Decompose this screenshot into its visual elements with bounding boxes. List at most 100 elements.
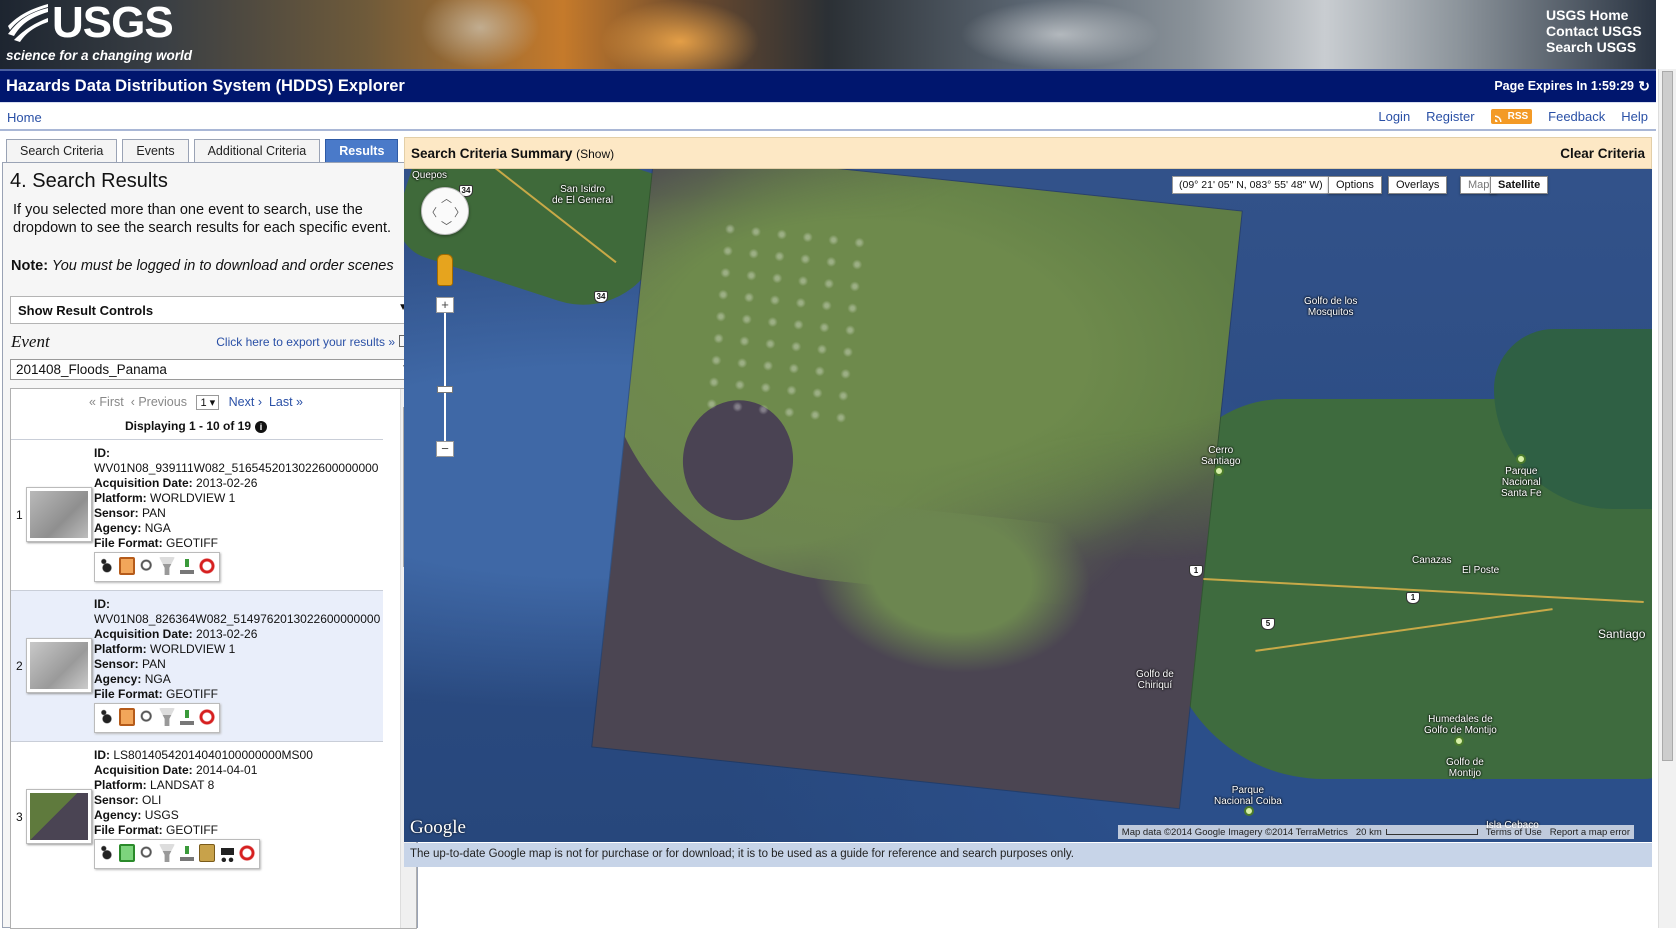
window-scroll-thumb[interactable]	[1662, 71, 1673, 761]
zoom-in-button[interactable]: +	[436, 297, 454, 313]
event-label: Event	[11, 332, 50, 351]
place-label: Santiago	[1598, 627, 1646, 641]
tab-additional-criteria[interactable]: Additional Criteria	[193, 139, 321, 163]
usgs-wave-icon	[8, 4, 48, 42]
label-format: File Format:	[94, 687, 163, 701]
map-overlays-button[interactable]: Overlays	[1388, 176, 1448, 194]
overlay-icon[interactable]	[119, 557, 135, 575]
pan-up-icon[interactable]: ︿	[441, 190, 452, 206]
zoom-slider-knob[interactable]	[437, 386, 453, 393]
cart-icon[interactable]	[219, 844, 235, 862]
google-map[interactable]: Quepos San Isidro de El General Golfo de…	[404, 169, 1652, 842]
register-link[interactable]: Register	[1426, 109, 1474, 124]
results-list: « First ‹ Previous 1 ▾ Next › Last » Dis…	[10, 388, 417, 929]
tab-results[interactable]: Results	[325, 139, 399, 163]
event-select[interactable]: 201408_Floods_Panama▼	[10, 359, 417, 380]
exclude-icon[interactable]	[199, 557, 215, 575]
pager-first[interactable]: « First	[89, 395, 124, 409]
exclude-icon[interactable]	[239, 844, 255, 862]
help-link[interactable]: Help	[1621, 109, 1648, 124]
result-format: GEOTIFF	[166, 687, 219, 701]
info-icon[interactable]: i	[255, 421, 268, 433]
download-icon[interactable]	[179, 708, 195, 726]
zoom-control[interactable]: + −	[436, 297, 454, 457]
tab-search-criteria[interactable]: Search Criteria	[6, 139, 118, 163]
result-id: LS80140542014040100000000MS00	[113, 748, 313, 762]
exclude-icon[interactable]	[199, 708, 215, 726]
label-acquisition: Acquisition Date:	[94, 627, 193, 641]
park-pin-icon[interactable]	[1214, 466, 1224, 476]
result-thumbnail[interactable]	[26, 789, 92, 844]
result-agency: NGA	[144, 672, 171, 686]
compare-icon[interactable]	[159, 708, 175, 726]
label-format: File Format:	[94, 536, 163, 550]
order-icon[interactable]	[199, 844, 215, 862]
label-agency: Agency:	[94, 808, 142, 822]
result-tools	[94, 703, 220, 733]
overlay-icon[interactable]	[119, 708, 135, 726]
download-icon[interactable]	[179, 844, 195, 862]
show-result-controls[interactable]: Show Result Controls▼	[10, 296, 417, 324]
compare-icon[interactable]	[159, 844, 175, 862]
result-number: 3	[16, 810, 23, 824]
terms-link[interactable]: Terms of Use	[1486, 827, 1542, 838]
export-results-link[interactable]: Click here to export your results »	[216, 335, 411, 349]
refresh-icon[interactable]: ↻	[1638, 78, 1650, 95]
compare-icon[interactable]	[159, 557, 175, 575]
app-title: Hazards Data Distribution System (HDDS) …	[6, 77, 405, 95]
usgs-home-link[interactable]: USGS Home	[1546, 7, 1656, 23]
download-icon[interactable]	[179, 557, 195, 575]
result-controls-label: Show Result Controls	[18, 303, 154, 318]
park-pin-icon[interactable]	[1454, 736, 1464, 746]
place-label: San Isidro de El General	[552, 184, 614, 206]
label-sensor: Sensor:	[94, 793, 139, 807]
pan-right-icon[interactable]: 〉	[454, 204, 465, 220]
metadata-icon[interactable]	[139, 844, 155, 862]
pager-last[interactable]: Last »	[269, 395, 303, 409]
coordinates-readout: (09° 21' 05" N, 083° 55' 48" W)	[1172, 176, 1330, 194]
rss-button[interactable]: RSS	[1490, 109, 1533, 124]
map-type-satellite-button[interactable]: Satellite	[1490, 176, 1549, 194]
results-heading: 4. Search Results	[10, 170, 168, 192]
place-label: Golfo de los Mosquitos	[1304, 296, 1358, 318]
park-pin-icon[interactable]	[1244, 806, 1254, 816]
pager-previous[interactable]: ‹ Previous	[131, 395, 187, 409]
clear-criteria-button[interactable]: Clear Criteria	[1560, 146, 1645, 161]
contact-usgs-link[interactable]: Contact USGS	[1546, 23, 1656, 39]
left-pane: Search Criteria Events Additional Criter…	[0, 133, 420, 929]
zoom-out-button[interactable]: −	[436, 441, 454, 457]
overlay-icon[interactable]	[119, 844, 135, 862]
usgs-logo[interactable]: USGS science for a changing world	[6, 0, 192, 64]
usgs-top-links: USGS Home Contact USGS Search USGS	[1546, 7, 1656, 55]
park-pin-icon[interactable]	[1516, 454, 1526, 464]
footprint-icon[interactable]	[99, 557, 115, 575]
pan-control[interactable]: ︿ ﹀ 〈 〉	[421, 187, 469, 235]
result-thumbnail[interactable]	[26, 638, 92, 693]
road-shield: 34	[594, 291, 608, 303]
window-scrollbar[interactable]	[1658, 69, 1676, 928]
nav-right: Login Register RSS Feedback Help	[1378, 109, 1648, 124]
search-usgs-link[interactable]: Search USGS	[1546, 39, 1656, 55]
pan-left-icon[interactable]: 〈	[426, 204, 437, 220]
place-label: El Poste	[1462, 565, 1500, 576]
login-link[interactable]: Login	[1378, 109, 1410, 124]
place-label: Golfo de Montijo	[1446, 757, 1484, 779]
footprint-icon[interactable]	[99, 708, 115, 726]
logo-word: USGS	[52, 0, 174, 47]
page-select[interactable]: 1 ▾	[196, 395, 220, 410]
result-thumbnail[interactable]	[26, 487, 92, 542]
street-view-pegman-icon[interactable]	[437, 254, 453, 286]
home-link[interactable]: Home	[7, 110, 42, 125]
zoom-rail[interactable]	[444, 313, 446, 441]
summary-show-link[interactable]: (Show)	[576, 147, 614, 161]
map-options-button[interactable]: Options	[1328, 176, 1382, 194]
tab-events[interactable]: Events	[122, 139, 189, 163]
metadata-icon[interactable]	[139, 708, 155, 726]
footprint-icon[interactable]	[99, 844, 115, 862]
metadata-icon[interactable]	[139, 557, 155, 575]
page-expires: Page Expires In 1:59:29	[1494, 79, 1634, 93]
pager-next[interactable]: Next ›	[229, 395, 262, 409]
feedback-link[interactable]: Feedback	[1548, 109, 1605, 124]
pan-down-icon[interactable]: ﹀	[441, 218, 452, 234]
report-error-link[interactable]: Report a map error	[1550, 827, 1630, 838]
